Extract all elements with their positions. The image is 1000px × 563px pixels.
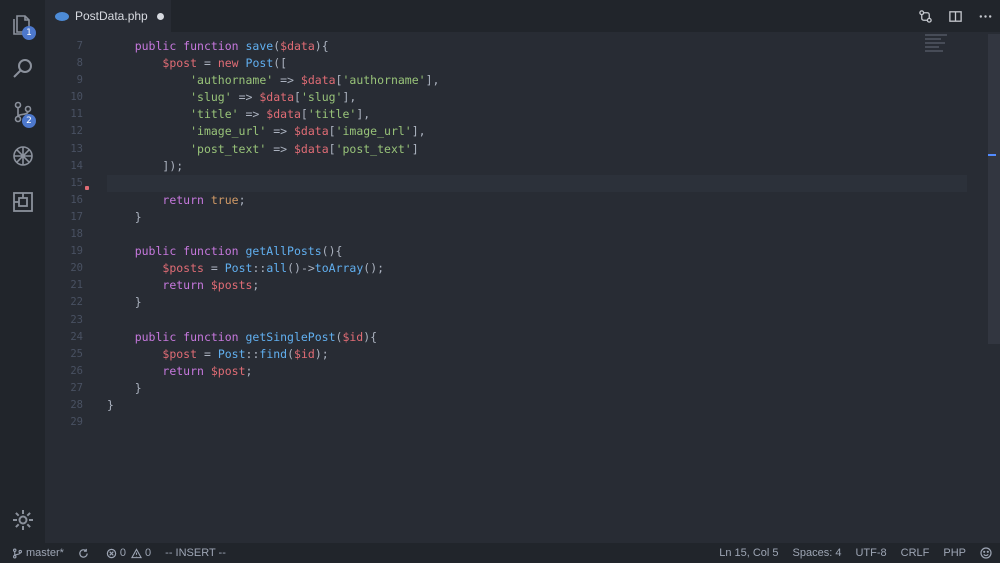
indentation[interactable]: Spaces: 4: [793, 547, 842, 559]
tab-postdata[interactable]: PostData.php: [45, 0, 171, 32]
line-number: 29: [70, 416, 83, 429]
extensions-icon: [12, 192, 33, 212]
split-icon: [948, 10, 962, 22]
line-number: 20: [70, 262, 83, 275]
explorer-badge: 1: [22, 26, 36, 40]
line-number: 26: [70, 364, 83, 377]
error-count: 0: [119, 547, 127, 559]
line-number: 25: [70, 347, 83, 360]
line-number: 24: [70, 330, 83, 343]
line-number: 9: [76, 74, 83, 87]
code-line: ]);: [162, 158, 184, 173]
line-number: 16: [70, 193, 83, 206]
branch-name: master*: [26, 547, 64, 559]
sync-icon: [79, 548, 88, 558]
line-number: 27: [70, 381, 83, 394]
code-line: 'image_url' => $data['image_url'],: [190, 124, 426, 139]
vertical-scrollbar[interactable]: [988, 34, 1000, 344]
code-line: 'slug' => $data['slug'],: [190, 90, 357, 105]
code-line: $post = new Post([: [162, 56, 288, 71]
code-line: $posts = Post::all()->toArray();: [162, 261, 385, 276]
warning-count: 0: [145, 547, 152, 559]
warning-icon: [131, 547, 143, 558]
line-number: 17: [70, 210, 83, 223]
search-icon: [12, 59, 32, 78]
gear-icon: [12, 510, 33, 530]
code-line: 'authorname' => $data['authorname'],: [190, 73, 440, 88]
code-line: 'post_text' => $data['post_text']: [190, 141, 419, 156]
line-number: 12: [70, 125, 83, 138]
line-number: 15: [70, 176, 83, 189]
modified-line-marker: [85, 186, 89, 190]
activity-bar: 1 2: [0, 0, 45, 543]
current-code-line: [107, 174, 967, 192]
line-number: 10: [70, 91, 83, 104]
compare-icon: [918, 9, 932, 23]
code-line: public function getAllPosts(){: [134, 244, 343, 259]
code-line: }: [107, 397, 114, 412]
line-number: 21: [70, 279, 83, 292]
tab-bar: PostData.php: [45, 0, 1000, 32]
line-gutter: 7 8 9 10 11 12 13 14 15 16 17 18 19 20 2…: [45, 38, 83, 431]
code-line: $post = Post::find($id);: [162, 346, 329, 361]
status-bar: master* 0 0 -- INSERT -- Ln 15, Col 5 Sp…: [0, 543, 1000, 563]
line-number: 7: [76, 40, 83, 52]
scm-badge: 2: [22, 114, 36, 128]
git-branch-icon: [13, 548, 22, 558]
extensions-button[interactable]: [0, 180, 45, 224]
error-icon: [106, 548, 117, 558]
line-number: 13: [70, 142, 83, 155]
line-number: 23: [70, 313, 83, 326]
sync-button[interactable]: [78, 548, 92, 559]
debug-icon: [12, 146, 33, 166]
cursor-position[interactable]: Ln 15, Col 5: [719, 547, 778, 559]
problems-indicator[interactable]: 0 0: [106, 547, 151, 559]
line-number: 8: [76, 57, 83, 70]
language-mode[interactable]: PHP: [943, 547, 966, 559]
code-line: return $posts;: [162, 278, 260, 293]
code-line: public function save($data){: [134, 39, 329, 53]
more-actions-button[interactable]: [970, 0, 1000, 32]
code-line: public function getSinglePost($id){: [134, 329, 378, 344]
feedback-button[interactable]: [980, 547, 992, 559]
code-line: return $post;: [162, 363, 253, 378]
branch-indicator[interactable]: master*: [12, 547, 64, 559]
explorer-button[interactable]: 1: [0, 2, 45, 46]
open-changes-button[interactable]: [910, 0, 940, 32]
minimap[interactable]: [925, 34, 965, 64]
code-editor[interactable]: 7 8 9 10 11 12 13 14 15 16 17 18 19 20 2…: [45, 32, 1000, 543]
tab-label: PostData.php: [75, 9, 148, 23]
split-editor-button[interactable]: [940, 0, 970, 32]
line-number: 28: [70, 398, 83, 411]
vim-mode: -- INSERT --: [165, 547, 226, 559]
code-content[interactable]: public function save($data){ $post = new…: [107, 38, 967, 431]
editor-actions: [910, 0, 1000, 32]
search-button[interactable]: [0, 46, 45, 90]
line-number: 19: [70, 245, 83, 258]
dirty-dot-icon[interactable]: [156, 12, 164, 20]
debug-button[interactable]: [0, 134, 45, 178]
line-number: 14: [70, 159, 83, 172]
scrollbar-cursor-marker: [988, 154, 996, 156]
source-control-button[interactable]: 2: [0, 90, 45, 134]
code-line: }: [134, 295, 142, 310]
php-file-icon: [55, 11, 69, 21]
code-line: return true;: [162, 192, 246, 207]
encoding[interactable]: UTF-8: [855, 547, 886, 559]
code-line: 'title' => $data['title'],: [190, 107, 371, 122]
code-line: }: [134, 380, 142, 395]
line-number: 22: [70, 296, 83, 309]
settings-button[interactable]: [0, 498, 45, 542]
end-of-line[interactable]: CRLF: [901, 547, 930, 559]
line-number: 18: [70, 228, 83, 241]
smiley-icon: [980, 547, 992, 559]
code-line: }: [134, 209, 142, 224]
line-number: 11: [70, 108, 83, 121]
ellipsis-icon: [979, 14, 991, 18]
